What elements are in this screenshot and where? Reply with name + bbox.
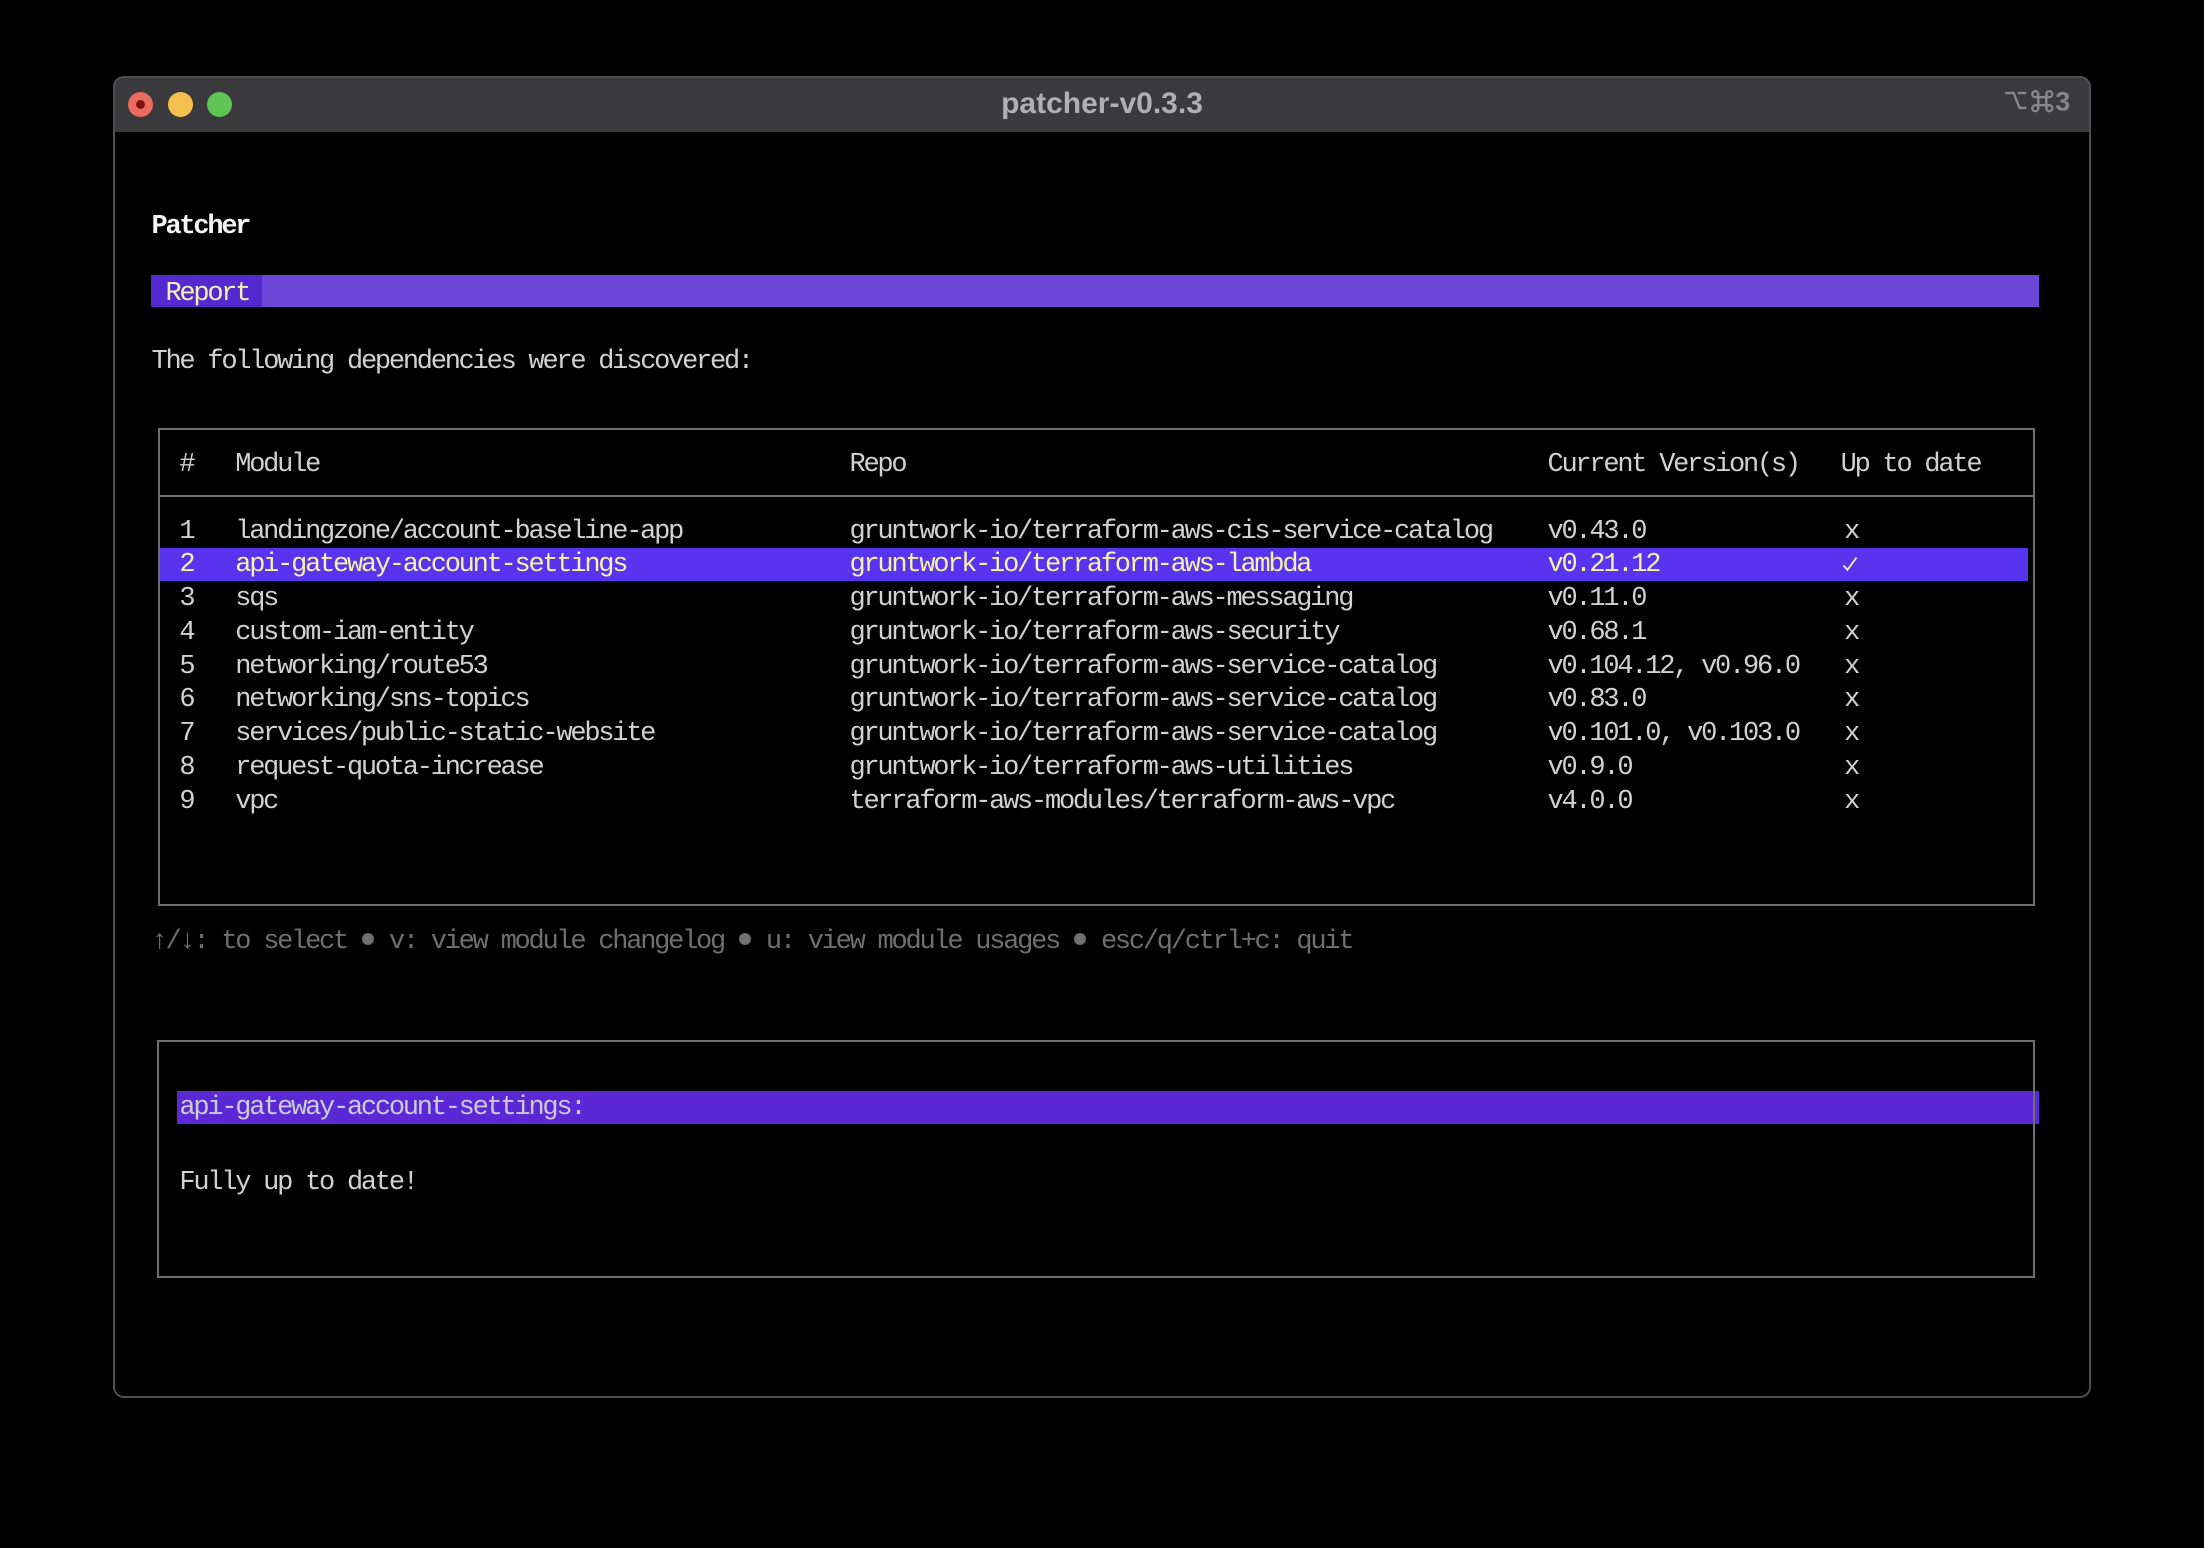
svg-text:3: 3 [2055,88,2070,116]
